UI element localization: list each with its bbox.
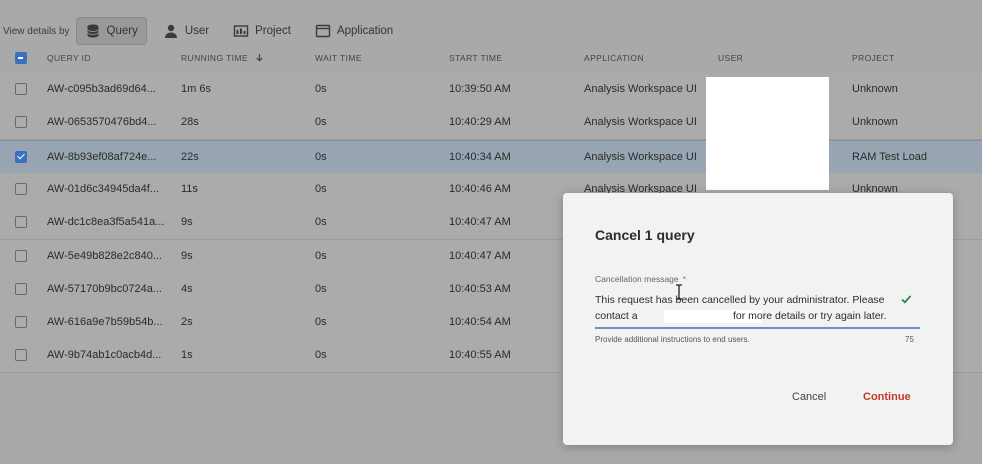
cell-running-time: 9s: [181, 216, 193, 229]
arrow-down-icon: [256, 53, 263, 62]
continue-button[interactable]: Continue: [863, 391, 911, 403]
col-application[interactable]: APPLICATION: [584, 53, 644, 63]
col-user[interactable]: USER: [718, 53, 743, 63]
select-all-checkbox[interactable]: [15, 52, 27, 64]
database-icon: [86, 24, 99, 38]
col-project[interactable]: PROJECT: [852, 53, 894, 63]
table-header: QUERY ID RUNNING TIME WAIT TIME START TI…: [0, 47, 982, 69]
view-by-project-label: Project: [255, 25, 291, 37]
row-checkbox[interactable]: [15, 349, 27, 362]
cancel-button[interactable]: Cancel: [792, 391, 826, 403]
cell-query-id: AW-0653570476bd4...: [47, 116, 157, 129]
cell-wait-time: 0s: [315, 216, 327, 229]
cell-query-id: AW-dc1c8ea3f5a541a...: [47, 216, 165, 229]
cell-start-time: 10:40:47 AM: [449, 249, 511, 262]
cell-start-time: 10:40:53 AM: [449, 282, 511, 295]
char-count: 75: [905, 335, 914, 344]
col-wait-time[interactable]: WAIT TIME: [315, 53, 362, 63]
cell-application: Analysis Workspace UI: [584, 116, 697, 129]
cancel-query-dialog: Cancel 1 query Cancellation message * Thi…: [563, 193, 953, 445]
cell-query-id: AW-8b93ef08af724e...: [47, 150, 157, 163]
row-checkbox[interactable]: [15, 216, 27, 229]
row-checkbox[interactable]: [15, 83, 27, 95]
cell-running-time: 22s: [181, 150, 199, 163]
cell-running-time: 11s: [181, 182, 198, 195]
cell-wait-time: 0s: [315, 150, 327, 163]
cancellation-message-field[interactable]: This request has been cancelled by your …: [595, 292, 920, 329]
cell-wait-time: 0s: [315, 182, 327, 195]
project-icon: [233, 25, 249, 37]
message-line-1: This request has been cancelled by your …: [595, 294, 885, 306]
cell-running-time: 1s: [181, 349, 193, 362]
view-by-user-label: User: [184, 25, 210, 37]
required-mark: *: [682, 274, 686, 284]
view-by-query-button[interactable]: Query: [75, 17, 147, 45]
view-details-label: View details by: [3, 25, 70, 37]
cell-application: Analysis Workspace UI: [584, 83, 697, 95]
cell-query-id: AW-5e49b828e2c840...: [47, 249, 162, 262]
cell-running-time: 2s: [181, 316, 193, 329]
row-checkbox[interactable]: [15, 116, 27, 129]
cancellation-message-label: Cancellation message *: [595, 274, 686, 284]
cell-start-time: 10:40:55 AM: [449, 349, 511, 362]
cell-start-time: 10:40:29 AM: [449, 116, 511, 129]
cell-running-time: 4s: [181, 282, 193, 295]
cell-start-time: 10:40:54 AM: [449, 316, 511, 329]
cell-running-time: 1m 6s: [181, 83, 211, 95]
cancellation-message-label-text: Cancellation message: [595, 274, 679, 284]
user-icon: [164, 24, 177, 38]
cell-wait-time: 0s: [315, 349, 327, 362]
cell-start-time: 10:40:34 AM: [449, 150, 511, 163]
valid-check-icon: [901, 295, 912, 304]
cell-wait-time: 0s: [315, 83, 327, 95]
view-details-bar: View details by Query User Project Appli…: [0, 14, 982, 48]
cell-start-time: 10:40:47 AM: [449, 216, 511, 229]
col-running-time-label: RUNNING TIME: [181, 53, 248, 63]
row-checkbox[interactable]: [15, 150, 27, 163]
cell-wait-time: 0s: [315, 116, 327, 129]
application-icon: [315, 24, 331, 38]
text-cursor-icon: [676, 284, 682, 300]
cell-query-id: AW-c095b3ad69d64...: [47, 83, 156, 95]
help-text: Provide additional instructions to end u…: [595, 335, 750, 344]
row-checkbox[interactable]: [15, 282, 27, 295]
view-by-application-label: Application: [336, 25, 394, 37]
view-by-application-button[interactable]: Application: [307, 17, 401, 45]
col-start-time[interactable]: START TIME: [449, 53, 502, 63]
view-by-project-button[interactable]: Project: [225, 17, 299, 45]
view-by-query-label: Query: [106, 25, 138, 37]
redacted-user-area: [706, 77, 829, 190]
view-by-user-button[interactable]: User: [155, 17, 217, 45]
cell-start-time: 10:40:46 AM: [449, 182, 511, 195]
cell-query-id: AW-616a9e7b59b54b...: [47, 316, 163, 329]
row-checkbox[interactable]: [15, 182, 27, 195]
cell-wait-time: 0s: [315, 249, 327, 262]
cell-project: Unknown: [852, 116, 898, 129]
cell-wait-time: 0s: [315, 282, 327, 295]
cell-running-time: 9s: [181, 249, 193, 262]
message-line-2-start: contact a: [595, 310, 638, 322]
cell-query-id: AW-57170b9bc0724a...: [47, 282, 162, 295]
row-checkbox[interactable]: [15, 249, 27, 262]
dialog-title: Cancel 1 query: [595, 227, 695, 243]
message-line-2-end: for more details or try again later.: [733, 310, 887, 322]
cell-project: RAM Test Load: [852, 150, 928, 163]
row-checkbox[interactable]: [15, 316, 27, 329]
cell-application: Analysis Workspace UI: [584, 150, 697, 163]
cell-project: Unknown: [852, 83, 898, 95]
cell-query-id: AW-9b74ab1c0acb4d...: [47, 349, 162, 362]
table-row[interactable]: AW-8b93ef08af724e... 22s 0s 10:40:34 AM Anal…: [0, 139, 982, 175]
col-query-id[interactable]: QUERY ID: [47, 53, 91, 63]
table-row[interactable]: AW-c095b3ad69d64... 1m 6s 0s 10:39:50 AM Ana…: [0, 73, 982, 107]
table-row[interactable]: AW-0653570476bd4... 28s 0s 10:40:29 AM Analy…: [0, 106, 982, 141]
col-running-time[interactable]: RUNNING TIME: [181, 53, 264, 63]
cell-start-time: 10:39:50 AM: [449, 83, 511, 95]
cell-query-id: AW-01d6c34945da4f...: [47, 182, 159, 195]
cell-running-time: 28s: [181, 116, 199, 129]
cell-wait-time: 0s: [315, 316, 327, 329]
